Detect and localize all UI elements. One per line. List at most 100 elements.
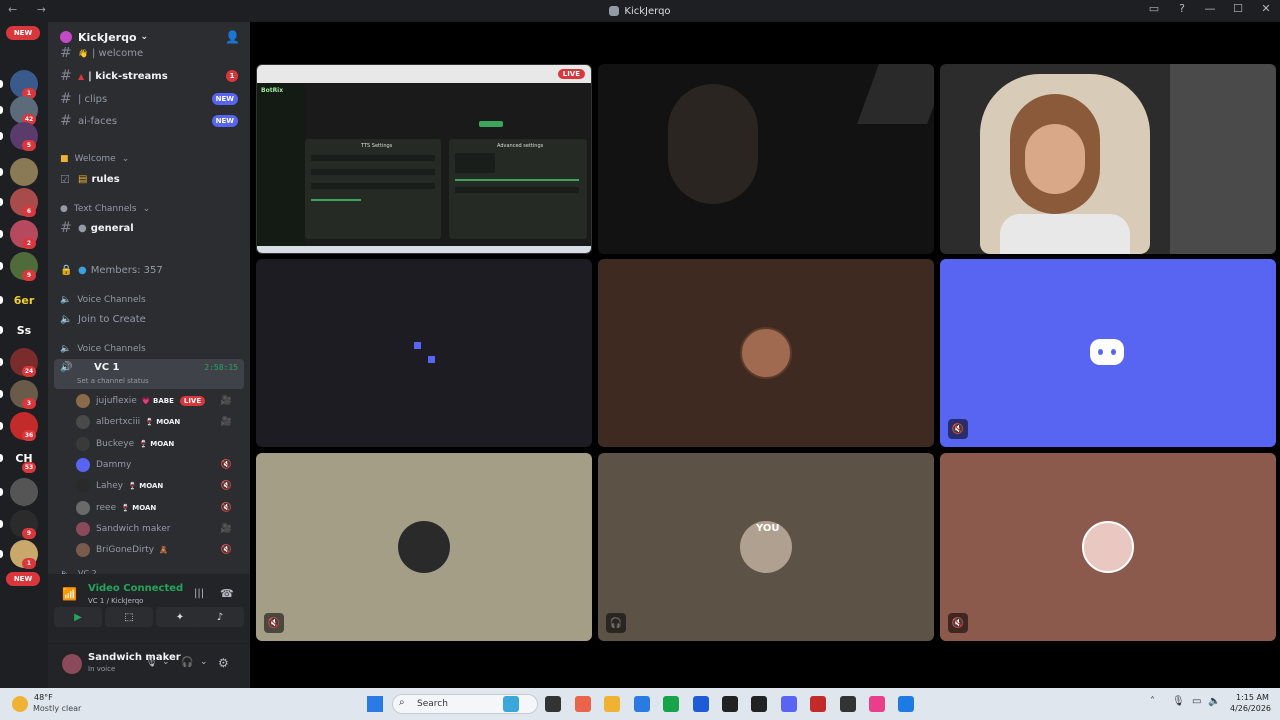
- taskbar-app-icon[interactable]: [545, 696, 561, 712]
- inbox-icon[interactable]: ▭: [1146, 2, 1162, 15]
- tile-screen-share[interactable]: LIVE BotRix TTS Settings Advanced settin…: [256, 64, 592, 254]
- tts-title: TTS Settings: [361, 143, 393, 149]
- tile-avatar-cat[interactable]: [598, 259, 934, 447]
- network-icon[interactable]: ▭: [1192, 696, 1201, 707]
- mention-badge: 36: [22, 430, 36, 441]
- noise-suppression-icon[interactable]: |||: [194, 588, 204, 599]
- tile-avatar-couple[interactable]: 🔇: [940, 453, 1276, 641]
- voice-user[interactable]: Dammy 🔇: [76, 455, 240, 475]
- clock-date[interactable]: 4/26/2026: [1230, 704, 1271, 713]
- category-text-channels[interactable]: ● Text Channels ⌄: [60, 204, 150, 214]
- server-icon[interactable]: Ss: [10, 316, 38, 344]
- server-icon[interactable]: [10, 478, 38, 506]
- minimize-button[interactable]: —: [1202, 2, 1218, 15]
- unread-indicator: [0, 106, 3, 114]
- category-welcome[interactable]: ■ Welcome ⌄: [60, 154, 129, 164]
- taskbar-app-icon[interactable]: [751, 696, 767, 712]
- channel-item[interactable]: # | clips NEW: [56, 89, 242, 109]
- soundboard-button[interactable]: ♪: [196, 607, 244, 627]
- server-icon[interactable]: 6er: [10, 286, 38, 314]
- microphone-icon[interactable]: 🎙: [145, 657, 158, 668]
- unread-indicator: [0, 326, 3, 334]
- category-voice-1[interactable]: 🔈 Voice Channels: [60, 295, 146, 305]
- channel-rules[interactable]: ☑ ▤ rules: [56, 169, 242, 189]
- voice-user[interactable]: jujuflexie 💗 BABE LIVE 🎥: [76, 391, 240, 411]
- taskbar-app-icon[interactable]: [503, 696, 519, 712]
- channel-item[interactable]: # 👋 | welcome: [56, 47, 242, 59]
- channel-item[interactable]: # ai-faces NEW: [56, 111, 242, 131]
- unread-indicator: [0, 296, 3, 304]
- screen-share-button[interactable]: ⬚: [105, 607, 153, 627]
- taskbar-app-icon[interactable]: [634, 696, 650, 712]
- tile-avatar-discord[interactable]: 🔇: [940, 259, 1276, 447]
- maximize-button[interactable]: ☐: [1230, 2, 1246, 15]
- avatar[interactable]: [62, 654, 82, 674]
- user-tag: 🍷 MOAN: [139, 439, 175, 448]
- taskbar-app-icon[interactable]: [869, 696, 885, 712]
- voice-user[interactable]: Sandwich maker 🎥: [76, 519, 240, 539]
- clock-time[interactable]: 1:15 AM: [1236, 693, 1269, 702]
- voice-channel-vc1[interactable]: 🔊 VC 1 2:58:15 Set a channel status: [54, 359, 244, 389]
- tile-avatar-you[interactable]: YOU 🎧: [598, 453, 934, 641]
- voice-username: Lahey: [96, 481, 124, 492]
- invite-icon[interactable]: 👤: [225, 30, 240, 44]
- category-label: Voice Channels: [77, 344, 146, 354]
- microphone-icon[interactable]: 🎙: [1172, 696, 1185, 707]
- taskbar-app-icon[interactable]: [663, 696, 679, 712]
- volume-icon[interactable]: 🔈: [1208, 696, 1220, 707]
- taskbar-app-icon[interactable]: [810, 696, 826, 712]
- unread-indicator: [0, 488, 3, 496]
- server-icon: [60, 31, 72, 43]
- avatar: [740, 327, 792, 379]
- chevron-down-icon: ⌄: [140, 32, 149, 42]
- tile-loading[interactable]: [256, 259, 592, 447]
- chevron-down-icon[interactable]: ⌄: [200, 657, 208, 667]
- weather-desc[interactable]: Mostly clear: [33, 704, 81, 713]
- avatar: [76, 415, 90, 430]
- new-badge[interactable]: NEW: [6, 572, 40, 586]
- taskbar-app-icon[interactable]: [604, 696, 620, 712]
- weather-temp[interactable]: 48°F: [34, 693, 53, 702]
- taskbar-app-icon[interactable]: [898, 696, 914, 712]
- voice-user[interactable]: BriGoneDirty 🧸 🔇: [76, 540, 240, 560]
- tile-avatar-dark[interactable]: 🔇: [256, 453, 592, 641]
- taskbar-app-icon[interactable]: [840, 696, 856, 712]
- new-badge[interactable]: NEW: [6, 26, 40, 40]
- weather-icon[interactable]: [12, 696, 28, 712]
- taskbar-app-icon[interactable]: [693, 696, 709, 712]
- channel-join-to-create[interactable]: 🔈 Join to Create: [56, 309, 242, 329]
- chevron-down-icon[interactable]: ⌄: [162, 657, 170, 667]
- voice-channel-path[interactable]: VC 1 / KickJerqo: [88, 597, 143, 605]
- gear-icon[interactable]: ⚙: [218, 656, 229, 670]
- voice-timer: 2:58:15: [204, 363, 238, 372]
- avatar: [76, 543, 90, 558]
- camera-button[interactable]: ▶: [54, 607, 102, 627]
- channel-status[interactable]: Set a channel status: [77, 377, 149, 385]
- channel-label: ai-faces: [78, 115, 118, 127]
- voice-user[interactable]: albertxciii 🍷 MOAN 🎥: [76, 412, 240, 432]
- taskbar-app-icon[interactable]: [781, 696, 797, 712]
- close-button[interactable]: ✕: [1258, 2, 1274, 15]
- channel-item[interactable]: # ▲ | kick-streams 1: [56, 66, 242, 86]
- voice-username: jujuflexie: [96, 396, 137, 406]
- voice-user[interactable]: Lahey 🍷 MOAN 🔇: [76, 476, 240, 496]
- headphones-icon[interactable]: 🎧: [181, 657, 193, 668]
- channel-general[interactable]: # ● general: [56, 218, 242, 238]
- category-voice-2[interactable]: 🔈 Voice Channels: [60, 344, 146, 354]
- live-badge: LIVE: [179, 396, 206, 406]
- disconnect-icon[interactable]: ☎: [220, 587, 234, 600]
- nav-arrows[interactable]: ← →: [8, 3, 54, 16]
- voice-user[interactable]: Buckeye 🍷 MOAN: [76, 434, 240, 454]
- tile-camera-dark[interactable]: [598, 64, 934, 254]
- taskbar-app-icon[interactable]: [575, 696, 591, 712]
- channel-members[interactable]: 🔒 ● Members: 357: [56, 260, 242, 280]
- server-icon[interactable]: [10, 158, 38, 186]
- windows-start-icon[interactable]: [367, 696, 383, 712]
- help-icon[interactable]: ?: [1174, 2, 1190, 15]
- voice-user[interactable]: reee 🍷 MOAN 🔇: [76, 498, 240, 518]
- chevron-up-icon[interactable]: ˄: [1150, 696, 1155, 707]
- taskbar-app-icon[interactable]: [722, 696, 738, 712]
- voice-username: Buckeye: [96, 438, 135, 449]
- tile-camera-streamer[interactable]: [940, 64, 1276, 254]
- hash-icon: #: [60, 47, 72, 59]
